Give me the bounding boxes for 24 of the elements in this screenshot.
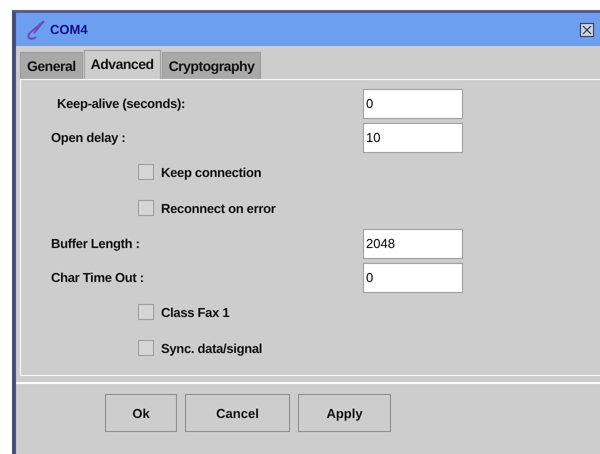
checkbox-label: Sync. data/signal [161, 340, 262, 356]
input-field[interactable]: 0 [363, 262, 463, 292]
tab[interactable]: General [20, 52, 83, 79]
dialog-button[interactable]: Cancel [185, 394, 290, 432]
field-label: Char Time Out : [51, 270, 145, 285]
window-title: COM4 [50, 22, 89, 37]
close-icon[interactable] [580, 22, 594, 36]
input-field[interactable]: 10 [363, 122, 463, 152]
checkbox[interactable] [138, 304, 154, 320]
dialog-button[interactable]: Ok [105, 394, 177, 432]
checkbox-label: Reconnect on error [161, 200, 276, 216]
field-label: Open delay : [51, 130, 126, 145]
tab[interactable]: Advanced [84, 50, 161, 79]
field-label: Keep-alive (seconds): [56, 96, 186, 111]
dialog-button[interactable]: Apply [298, 394, 391, 432]
checkbox[interactable] [138, 164, 154, 180]
field-label: Buffer Length : [51, 236, 141, 251]
checkbox[interactable] [138, 200, 154, 216]
checkbox-label: Keep connection [161, 164, 262, 180]
checkbox[interactable] [138, 340, 154, 356]
checkbox-label: Class Fax 1 [161, 304, 230, 320]
input-field[interactable]: 0 [363, 88, 463, 118]
tab[interactable]: Cryptography [162, 52, 262, 79]
input-field[interactable]: 2048 [363, 228, 463, 258]
